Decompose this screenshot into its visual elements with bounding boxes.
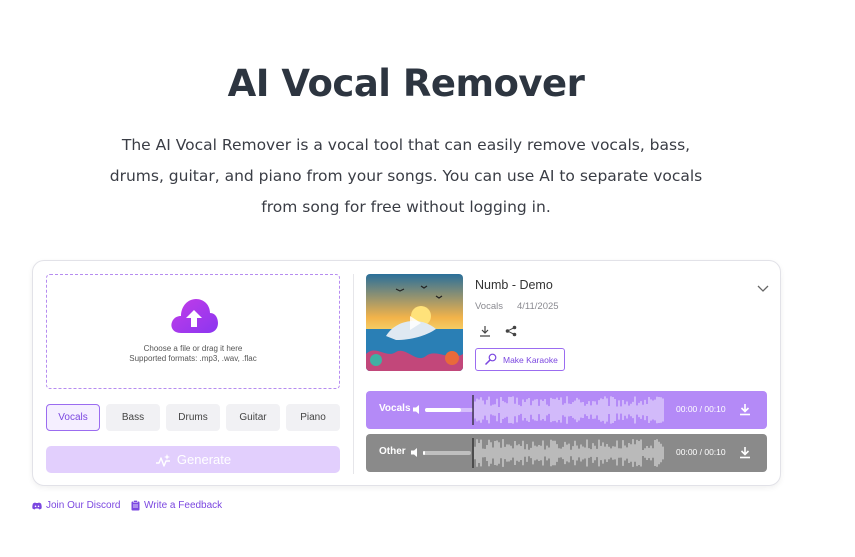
song-title: Numb - Demo [475, 278, 553, 292]
upload-dropzone[interactable]: Choose a file or drag it here Supported … [46, 274, 340, 389]
stem-guitar-button[interactable]: Guitar [226, 404, 280, 431]
vocal-remover-card: Choose a file or drag it here Supported … [32, 260, 781, 486]
stem-vocals-button[interactable]: Vocals [46, 404, 100, 431]
volume-icon[interactable] [411, 447, 421, 458]
sparkle-icon [155, 453, 170, 467]
clipboard-icon [131, 500, 140, 511]
track-time: 00:00 / 00:10 [676, 404, 726, 414]
stem-piano-button[interactable]: Piano [286, 404, 340, 431]
volume-icon[interactable] [413, 404, 423, 415]
waveform[interactable] [472, 438, 664, 468]
download-icon[interactable] [739, 403, 751, 416]
other-track: Other 00:00 / 00:10 [366, 434, 767, 472]
waveform[interactable] [472, 395, 664, 425]
stem-type: Vocals [475, 301, 503, 312]
make-karaoke-label: Make Karaoke [503, 354, 558, 365]
volume-slider[interactable] [425, 408, 473, 412]
feedback-link[interactable]: Write a Feedback [131, 500, 222, 511]
generate-label: Generate [176, 452, 232, 467]
discord-icon [32, 502, 42, 509]
song-date: 4/11/2025 [517, 301, 559, 312]
upload-instructions: Choose a file or drag it here Supported … [47, 344, 339, 364]
microphone-icon [484, 353, 497, 366]
chevron-down-icon[interactable] [756, 281, 770, 295]
share-icon[interactable] [505, 325, 517, 337]
page-description: The AI Vocal Remover is a vocal tool tha… [109, 136, 703, 216]
upload-hint: Choose a file or drag it here [143, 344, 243, 353]
download-icon[interactable] [479, 325, 491, 337]
cloud-upload-icon [171, 299, 218, 333]
discord-link[interactable]: Join Our Discord [32, 500, 120, 511]
page-title: AI Vocal Remover [227, 62, 585, 105]
stem-bass-button[interactable]: Bass [106, 404, 160, 431]
download-icon[interactable] [739, 446, 751, 459]
album-cover [366, 274, 463, 371]
track-label: Other [379, 446, 406, 457]
track-label: Vocals [379, 403, 411, 414]
song-meta: Vocals 4/11/2025 [475, 301, 559, 312]
stem-selector: Vocals Bass Drums Guitar Piano [46, 404, 340, 431]
vocals-track: Vocals 00:00 / 00:10 [366, 391, 767, 429]
volume-slider-fill [425, 408, 461, 412]
volume-slider[interactable] [423, 451, 471, 455]
stem-drums-button[interactable]: Drums [166, 404, 220, 431]
supported-formats: Supported formats: .mp3, .wav, .flac [129, 354, 257, 363]
generate-button[interactable]: Generate [46, 446, 340, 473]
make-karaoke-button[interactable]: Make Karaoke [475, 348, 565, 371]
discord-label: Join Our Discord [46, 500, 121, 511]
track-time: 00:00 / 00:10 [676, 447, 726, 457]
feedback-label: Write a Feedback [144, 500, 223, 511]
volume-slider-fill [423, 451, 426, 455]
panel-divider [353, 274, 354, 474]
